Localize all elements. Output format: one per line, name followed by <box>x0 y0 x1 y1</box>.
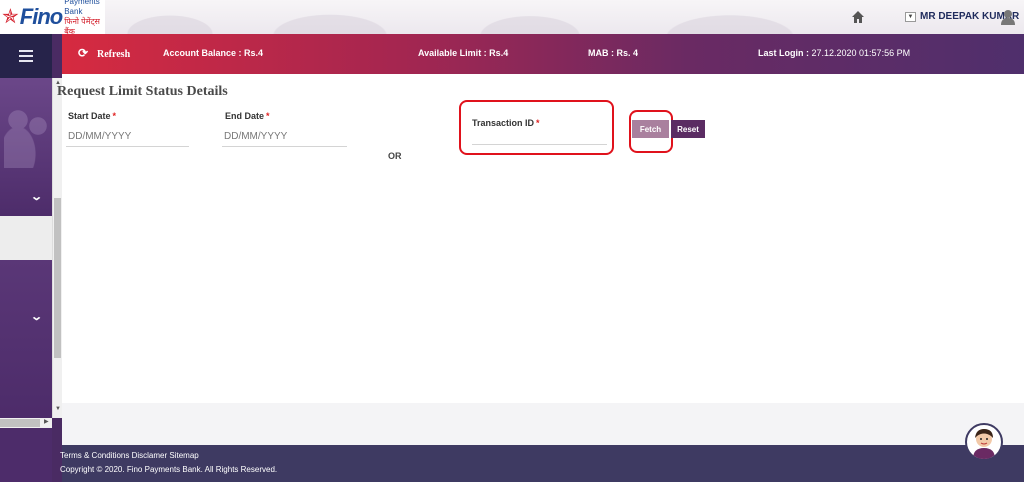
hamburger-menu-icon <box>19 50 33 62</box>
sidebar-vertical-scrollbar[interactable]: ▲ ▼ <box>52 78 62 418</box>
scrollbar-thumb[interactable] <box>0 419 40 427</box>
footer-spacer <box>62 403 1024 445</box>
chatbot-avatar-icon[interactable] <box>965 423 1003 461</box>
fetch-button[interactable]: Fetch <box>632 120 669 138</box>
scroll-down-arrow-icon[interactable]: ▼ <box>54 406 62 412</box>
logo-subtitle-english: Payments Bank <box>64 0 100 16</box>
start-date-label: Start Date * <box>68 111 116 121</box>
reset-button[interactable]: Reset <box>671 120 705 138</box>
sidebar-horizontal-scrollbar[interactable]: ▶ <box>0 418 52 428</box>
footer-links[interactable]: Terms & Conditions Disclamer Sitemap <box>60 451 199 460</box>
sidebar-section-1[interactable]: ⌄ <box>0 78 52 216</box>
last-login-label: Last Login : <box>758 48 809 58</box>
last-login-value: 27.12.2020 01:57:56 PM <box>809 48 911 58</box>
main-content: Request Limit Status Details Start Date *… <box>57 74 1024 403</box>
mab-value: MAB : Rs. 4 <box>588 48 639 58</box>
or-separator: OR <box>388 151 402 161</box>
user-icon[interactable] <box>1001 9 1015 25</box>
chatbot-face-icon <box>973 429 995 459</box>
end-date-label: End Date * <box>225 111 270 121</box>
scrollbar-thumb[interactable] <box>54 198 61 358</box>
sidebar-section-2[interactable] <box>0 216 52 260</box>
end-date-input[interactable] <box>222 127 347 147</box>
footer-copyright: Copyright © 2020. Fino Payments Bank. Al… <box>60 465 278 474</box>
left-sidebar: ⌄ ⌄ ▲ ▼ ▶ <box>0 34 62 482</box>
page-footer: Terms & Conditions Disclamer Sitemap Cop… <box>60 445 1024 482</box>
start-date-label-text: Start Date <box>68 111 111 121</box>
end-date-label-text: End Date <box>225 111 265 121</box>
available-limit: Available Limit : Rs.4 <box>418 48 509 58</box>
fino-logo[interactable]: ✯ Fino Payments Bank फिनो पेमेंट्स बैंक <box>0 0 105 37</box>
required-marker: * <box>112 111 117 121</box>
refresh-icon[interactable]: ⟳ <box>78 46 88 60</box>
scroll-right-arrow-icon[interactable]: ▶ <box>44 418 49 425</box>
sidebar-menu-toggle[interactable] <box>0 34 52 78</box>
home-icon[interactable] <box>851 10 865 24</box>
user-dropdown-caret-icon[interactable]: ▼ <box>905 12 916 22</box>
header-background-art <box>110 0 840 34</box>
sidebar-banner-art <box>4 108 48 168</box>
account-status-bar: ⟳ Refresh Account Balance : Rs.4 Availab… <box>62 34 1024 74</box>
logo-subtitle: Payments Bank फिनो पेमेंट्स बैंक <box>64 0 105 37</box>
transaction-id-input[interactable] <box>472 125 607 145</box>
top-header: ✯ Fino Payments Bank फिनो पेमेंट्स बैंक … <box>0 0 1024 37</box>
refresh-button[interactable]: Refresh <box>97 49 130 60</box>
last-login: Last Login : 27.12.2020 01:57:56 PM <box>758 48 910 58</box>
chevron-down-icon[interactable]: ⌄ <box>30 190 43 203</box>
account-balance: Account Balance : Rs.4 <box>163 48 264 58</box>
sidebar-section-3[interactable]: ⌄ <box>0 260 52 415</box>
page-title: Request Limit Status Details <box>57 84 228 99</box>
logo-brand: Fino <box>19 4 63 29</box>
logo-star-icon: ✯ <box>2 6 19 28</box>
chevron-down-icon[interactable]: ⌄ <box>30 310 43 323</box>
start-date-input[interactable] <box>66 127 189 147</box>
required-marker: * <box>266 111 270 121</box>
